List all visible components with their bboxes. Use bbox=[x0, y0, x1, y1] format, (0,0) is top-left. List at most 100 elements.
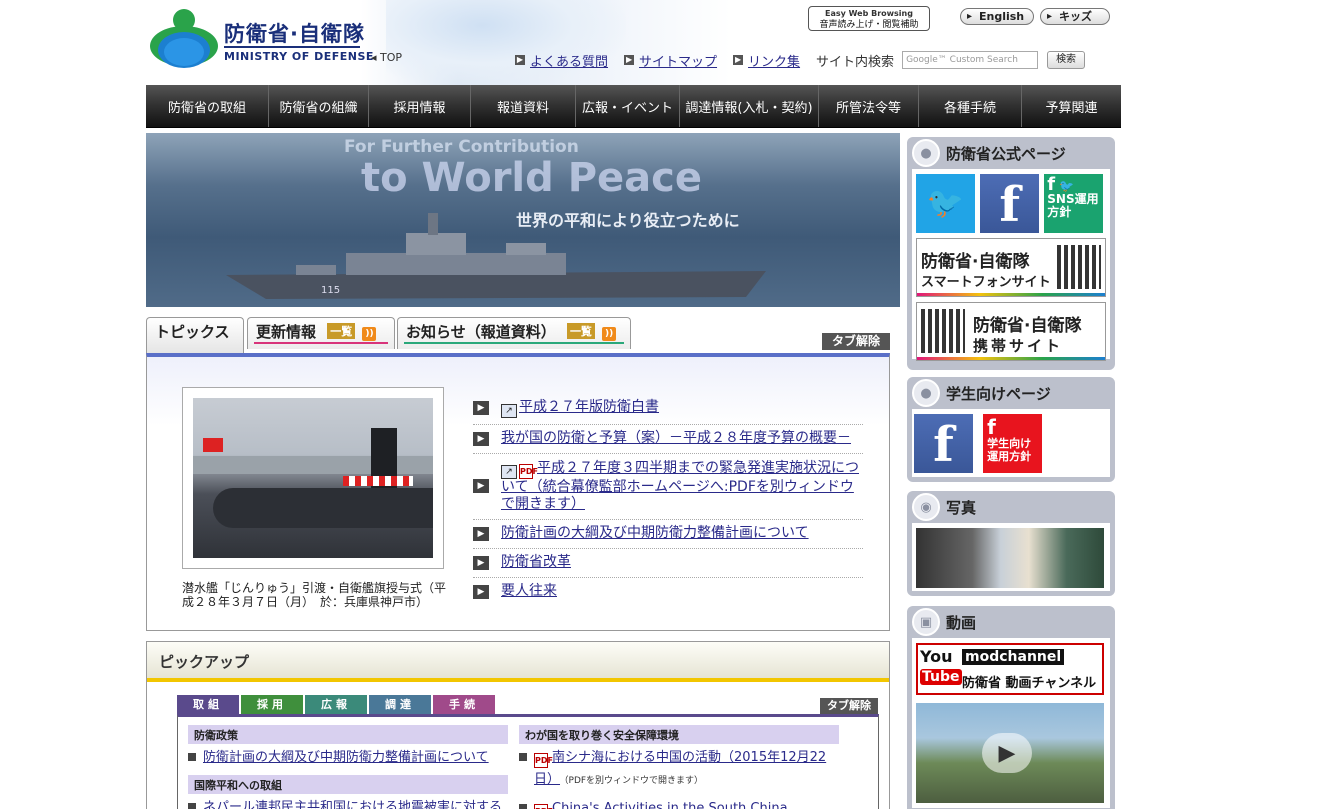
pickup-content: 防衛政策 防衛計画の大綱及び中期防衛力整備計画について 国際平和への取組 ネパー… bbox=[177, 714, 879, 809]
smartphone-site-banner[interactable]: 防衛省·自衛隊 スマートフォンサイト bbox=[916, 238, 1106, 297]
pickup-link[interactable]: 防衛計画の大綱及び中期防衛力整備計画について bbox=[203, 747, 489, 769]
updates-list-badge[interactable]: 一覧 bbox=[327, 323, 356, 339]
site-header: 防衛省·自衛隊 MINISTRY OF DEFENSE ◂ TOP Easy W… bbox=[146, 0, 1121, 85]
faq-link-item[interactable]: ▶ よくある質問 bbox=[515, 51, 608, 70]
top-link[interactable]: ◂ TOP bbox=[371, 51, 402, 64]
topic-item[interactable]: ▶ ↗ 平成２７年版防衛白書 bbox=[473, 394, 863, 425]
search-input[interactable]: Google™ Custom Search bbox=[902, 51, 1039, 69]
news-list-badge[interactable]: 一覧 bbox=[566, 323, 595, 339]
topic-link[interactable]: 防衛計画の大綱及び中期防衛力整備計画について bbox=[501, 525, 809, 542]
pickup-title: ピックアップ bbox=[147, 642, 889, 682]
topic-photo-frame[interactable] bbox=[182, 387, 444, 569]
topic-link[interactable]: 平成２７年版防衛白書 bbox=[519, 399, 659, 415]
topic-item[interactable]: ▶ 防衛省改革 bbox=[473, 549, 863, 578]
pickup-link-item[interactable]: 防衛計画の大綱及び中期防衛力整備計画について bbox=[188, 747, 508, 769]
sitemap-link-item[interactable]: ▶ サイトマップ bbox=[624, 51, 717, 70]
topic-photo-caption: 潜水艦「じんりゅう」引渡・自衛艦旗授与式（平成２８年３月７日（月） 於：兵庫県神… bbox=[182, 581, 447, 609]
tab-news-label: お知らせ（報道資料） bbox=[406, 323, 556, 341]
easy-web-browsing-button[interactable]: Easy Web Browsing 音声読み上げ・閲覧補助 bbox=[808, 6, 930, 31]
header-links: ▶ よくある質問 ▶ サイトマップ ▶ リンク集 サイト内検索 Google™ Cus… bbox=[515, 51, 1086, 70]
pickup-section: ピックアップ 取組 採用 広報 調達 手続 タブ解除 防衛政策 防衛計画の大綱及… bbox=[146, 641, 890, 809]
nav-item-press[interactable]: 報道資料 bbox=[471, 85, 576, 127]
tab-news[interactable]: お知らせ（報道資料） 一覧 )) bbox=[397, 317, 631, 349]
play-icon[interactable]: ▶ bbox=[982, 733, 1032, 773]
camera-icon: ◉ bbox=[912, 493, 940, 521]
topic-item[interactable]: ▶ ↗ PDF平成２７年度３四半期までの緊急発進実施状況について（統合幕僚監部ホー… bbox=[473, 454, 863, 520]
pickup-link-item[interactable]: PDFChina's Activities in the South China bbox=[519, 798, 839, 809]
topic-item[interactable]: ▶ 我が国の防衛と予算（案）－平成２８年度予算の概要－ bbox=[473, 425, 863, 454]
tab-updates-label: 更新情報 bbox=[256, 323, 317, 341]
topic-list: ▶ ↗ 平成２７年版防衛白書 ▶ 我が国の防衛と予算（案）－平成２８年度予算の概要… bbox=[473, 394, 863, 606]
topic-item[interactable]: ▶ 要人往来 bbox=[473, 578, 863, 606]
sitemap-link[interactable]: サイトマップ bbox=[639, 51, 717, 70]
pickup-link-item[interactable]: PDF南シナ海における中国の活動（2015年12月22日） （PDFを別ウィンドウ… bbox=[519, 747, 839, 792]
person-icon: ● bbox=[912, 379, 940, 407]
easy-browse-label-jp: 音声読み上げ・閲覧補助 bbox=[819, 20, 919, 30]
facebook-icon[interactable]: f bbox=[980, 174, 1040, 233]
tab-initiatives[interactable]: 取組 bbox=[177, 695, 239, 714]
modchannel-banner[interactable]: You Tube modchannel 防衛省 動画チャンネル bbox=[916, 643, 1104, 695]
topic-link[interactable]: 我が国の防衛と予算（案）－平成２８年度予算の概要－ bbox=[501, 430, 851, 447]
topic-link[interactable]: 要人往来 bbox=[501, 583, 557, 600]
student-pages-body: f f 学生向け運用方針 bbox=[912, 409, 1110, 477]
nav-item-laws[interactable]: 所管法令等 bbox=[819, 85, 919, 127]
tab-updates[interactable]: 更新情報 一覧 )) bbox=[247, 317, 395, 349]
pickup-link-item[interactable]: ネパール連邦民主共和国における地震被害に対する bbox=[188, 797, 508, 809]
pickup-link[interactable]: ネパール連邦民主共和国における地震被害に対する bbox=[203, 797, 502, 809]
rss-icon[interactable]: )) bbox=[362, 327, 377, 341]
svg-text:115: 115 bbox=[321, 285, 340, 296]
arrow-icon bbox=[519, 804, 527, 809]
pickup-untab-button[interactable]: タブ解除 bbox=[820, 698, 878, 714]
tab-topics[interactable]: トピックス bbox=[146, 317, 244, 353]
pickup-left-column: 防衛政策 防衛計画の大綱及び中期防衛力整備計画について 国際平和への取組 ネパー… bbox=[188, 725, 508, 809]
topic-item[interactable]: ▶ 防衛計画の大綱及び中期防衛力整備計画について bbox=[473, 520, 863, 549]
nav-item-initiatives[interactable]: 防衛省の取組 bbox=[146, 85, 269, 127]
nav-item-recruitment[interactable]: 採用情報 bbox=[369, 85, 471, 127]
tab-pr[interactable]: 広報 bbox=[305, 695, 367, 714]
header-globe-graphic bbox=[386, 0, 626, 85]
logo-divider bbox=[224, 46, 360, 48]
sns-policy-button[interactable]: f 🐦 SNS運用方針 bbox=[1044, 174, 1104, 233]
twitter-icon[interactable]: 🐦 bbox=[916, 174, 975, 233]
pdf-icon: PDF bbox=[534, 753, 553, 768]
arrow-icon: ▶ bbox=[473, 401, 489, 415]
nav-item-budget[interactable]: 予算関連 bbox=[1022, 85, 1121, 127]
warship-image: 115 bbox=[226, 213, 766, 299]
nav-item-procedures[interactable]: 各種手続 bbox=[919, 85, 1022, 127]
student-policy-button[interactable]: f 学生向け運用方針 bbox=[983, 414, 1043, 473]
nav-item-organization[interactable]: 防衛省の組織 bbox=[269, 85, 369, 127]
tab-procedures[interactable]: 手続 bbox=[433, 695, 495, 714]
topic-link[interactable]: 平成２７年度３四半期までの緊急発進実施状況について（統合幕僚監部ホームページへ:… bbox=[501, 460, 859, 512]
tab-recruitment[interactable]: 採用 bbox=[241, 695, 303, 714]
pdf-icon: PDF bbox=[534, 804, 553, 809]
smartphone-site-title: 防衛省·自衛隊 bbox=[921, 252, 1030, 272]
untab-button[interactable]: タブ解除 bbox=[822, 333, 890, 350]
kids-button[interactable]: キッズ bbox=[1040, 8, 1110, 25]
logo-english[interactable]: MINISTRY OF DEFENSE bbox=[224, 50, 374, 63]
tab-procurement[interactable]: 調達 bbox=[369, 695, 431, 714]
search-button[interactable]: 検索 bbox=[1047, 51, 1086, 69]
faq-link[interactable]: よくある質問 bbox=[530, 51, 608, 70]
english-button[interactable]: English bbox=[960, 8, 1034, 25]
logo-japanese[interactable]: 防衛省·自衛隊 bbox=[224, 18, 365, 48]
submarine-photo bbox=[193, 398, 433, 558]
video-thumbnail[interactable]: ▶ bbox=[916, 703, 1104, 803]
facebook-icon[interactable]: f bbox=[914, 414, 973, 473]
topic-link[interactable]: 防衛省改革 bbox=[501, 554, 571, 571]
ministry-logo-icon[interactable] bbox=[148, 6, 220, 70]
mobile-site-banner[interactable]: 防衛省·自衛隊 携帯サイト bbox=[916, 302, 1106, 361]
photo-thumbnail[interactable] bbox=[916, 528, 1104, 588]
person-icon: ● bbox=[912, 139, 940, 167]
arrow-icon: ▶ bbox=[473, 479, 489, 493]
tab-updates-underline bbox=[254, 342, 388, 344]
pickup-link[interactable]: China's Activities in the South China bbox=[552, 801, 788, 809]
topics-tabs: トピックス 更新情報 一覧 )) お知らせ（報道資料） 一覧 )) タブ解除 bbox=[146, 317, 890, 353]
nav-item-events[interactable]: 広報・イベント bbox=[576, 85, 680, 127]
hero-banner[interactable]: For Further Contribution to World Peace … bbox=[146, 133, 900, 307]
pickup-category: わが国を取り巻く安全保障環境 bbox=[519, 725, 839, 744]
modchannel-sub: 防衛省 動画チャンネル bbox=[962, 676, 1097, 691]
nav-item-procurement[interactable]: 調達情報(入札・契約) bbox=[680, 85, 819, 127]
links-link-item[interactable]: ▶ リンク集 bbox=[733, 51, 800, 70]
links-link[interactable]: リンク集 bbox=[748, 51, 800, 70]
rss-icon[interactable]: )) bbox=[602, 327, 617, 341]
